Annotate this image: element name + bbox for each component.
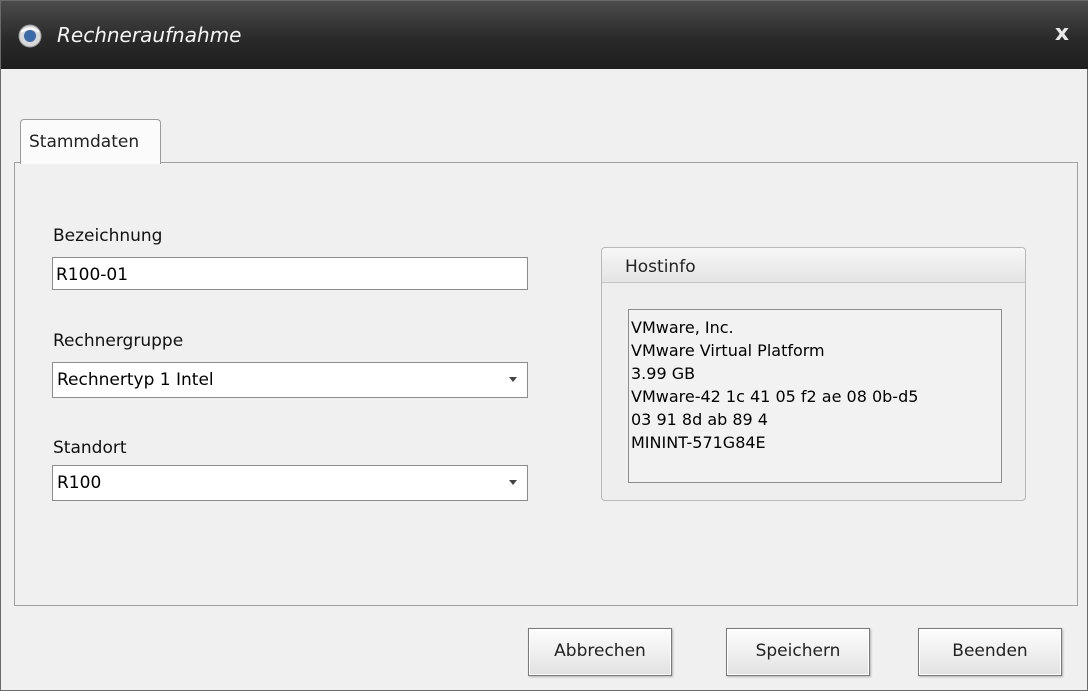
hostinfo-line: 3.99 GB bbox=[631, 364, 696, 383]
standort-label: Standort bbox=[53, 438, 127, 458]
standort-value: R100 bbox=[57, 473, 102, 493]
window-title: Rechneraufnahme bbox=[57, 23, 242, 47]
close-icon[interactable]: x bbox=[1049, 21, 1075, 47]
rechnergruppe-select[interactable]: Rechnertyp 1 Intel bbox=[52, 362, 528, 398]
hostinfo-title: Hostinfo bbox=[625, 257, 696, 277]
bezeichnung-label: Bezeichnung bbox=[53, 226, 163, 246]
tab-label: Stammdaten bbox=[29, 132, 140, 152]
hostinfo-textbox[interactable]: VMware, Inc. VMware Virtual Platform 3.9… bbox=[628, 309, 1002, 483]
title-bar[interactable]: Rechneraufnahme x bbox=[1, 1, 1088, 69]
hostinfo-line: VMware Virtual Platform bbox=[631, 341, 825, 360]
hostinfo-line: MININT-571G84E bbox=[631, 433, 766, 452]
hostinfo-line: 03 91 8d ab 89 4 bbox=[631, 410, 768, 429]
rechnergruppe-value: Rechnertyp 1 Intel bbox=[57, 370, 214, 390]
hostinfo-header: Hostinfo bbox=[602, 248, 1025, 283]
hostinfo-line: VMware, Inc. bbox=[631, 318, 734, 337]
app-logo-icon bbox=[18, 24, 42, 48]
hostinfo-group: Hostinfo VMware, Inc. VMware Virtual Pla… bbox=[601, 247, 1026, 501]
hostinfo-line: VMware-42 1c 41 05 f2 ae 08 0b-d5 bbox=[631, 387, 919, 406]
chevron-down-icon[interactable] bbox=[509, 377, 517, 382]
tab-stammdaten[interactable]: Stammdaten bbox=[20, 119, 161, 164]
rechnergruppe-label: Rechnergruppe bbox=[53, 331, 184, 351]
save-button[interactable]: Speichern bbox=[726, 628, 870, 676]
bezeichnung-field[interactable] bbox=[52, 257, 528, 290]
chevron-down-icon[interactable] bbox=[509, 480, 517, 485]
dialog-window: Rechneraufnahme x Stammdaten Bezeichnung… bbox=[0, 0, 1088, 691]
bezeichnung-input[interactable] bbox=[53, 258, 527, 289]
quit-button[interactable]: Beenden bbox=[918, 628, 1062, 676]
standort-select[interactable]: R100 bbox=[52, 465, 528, 501]
cancel-button[interactable]: Abbrechen bbox=[528, 628, 672, 676]
